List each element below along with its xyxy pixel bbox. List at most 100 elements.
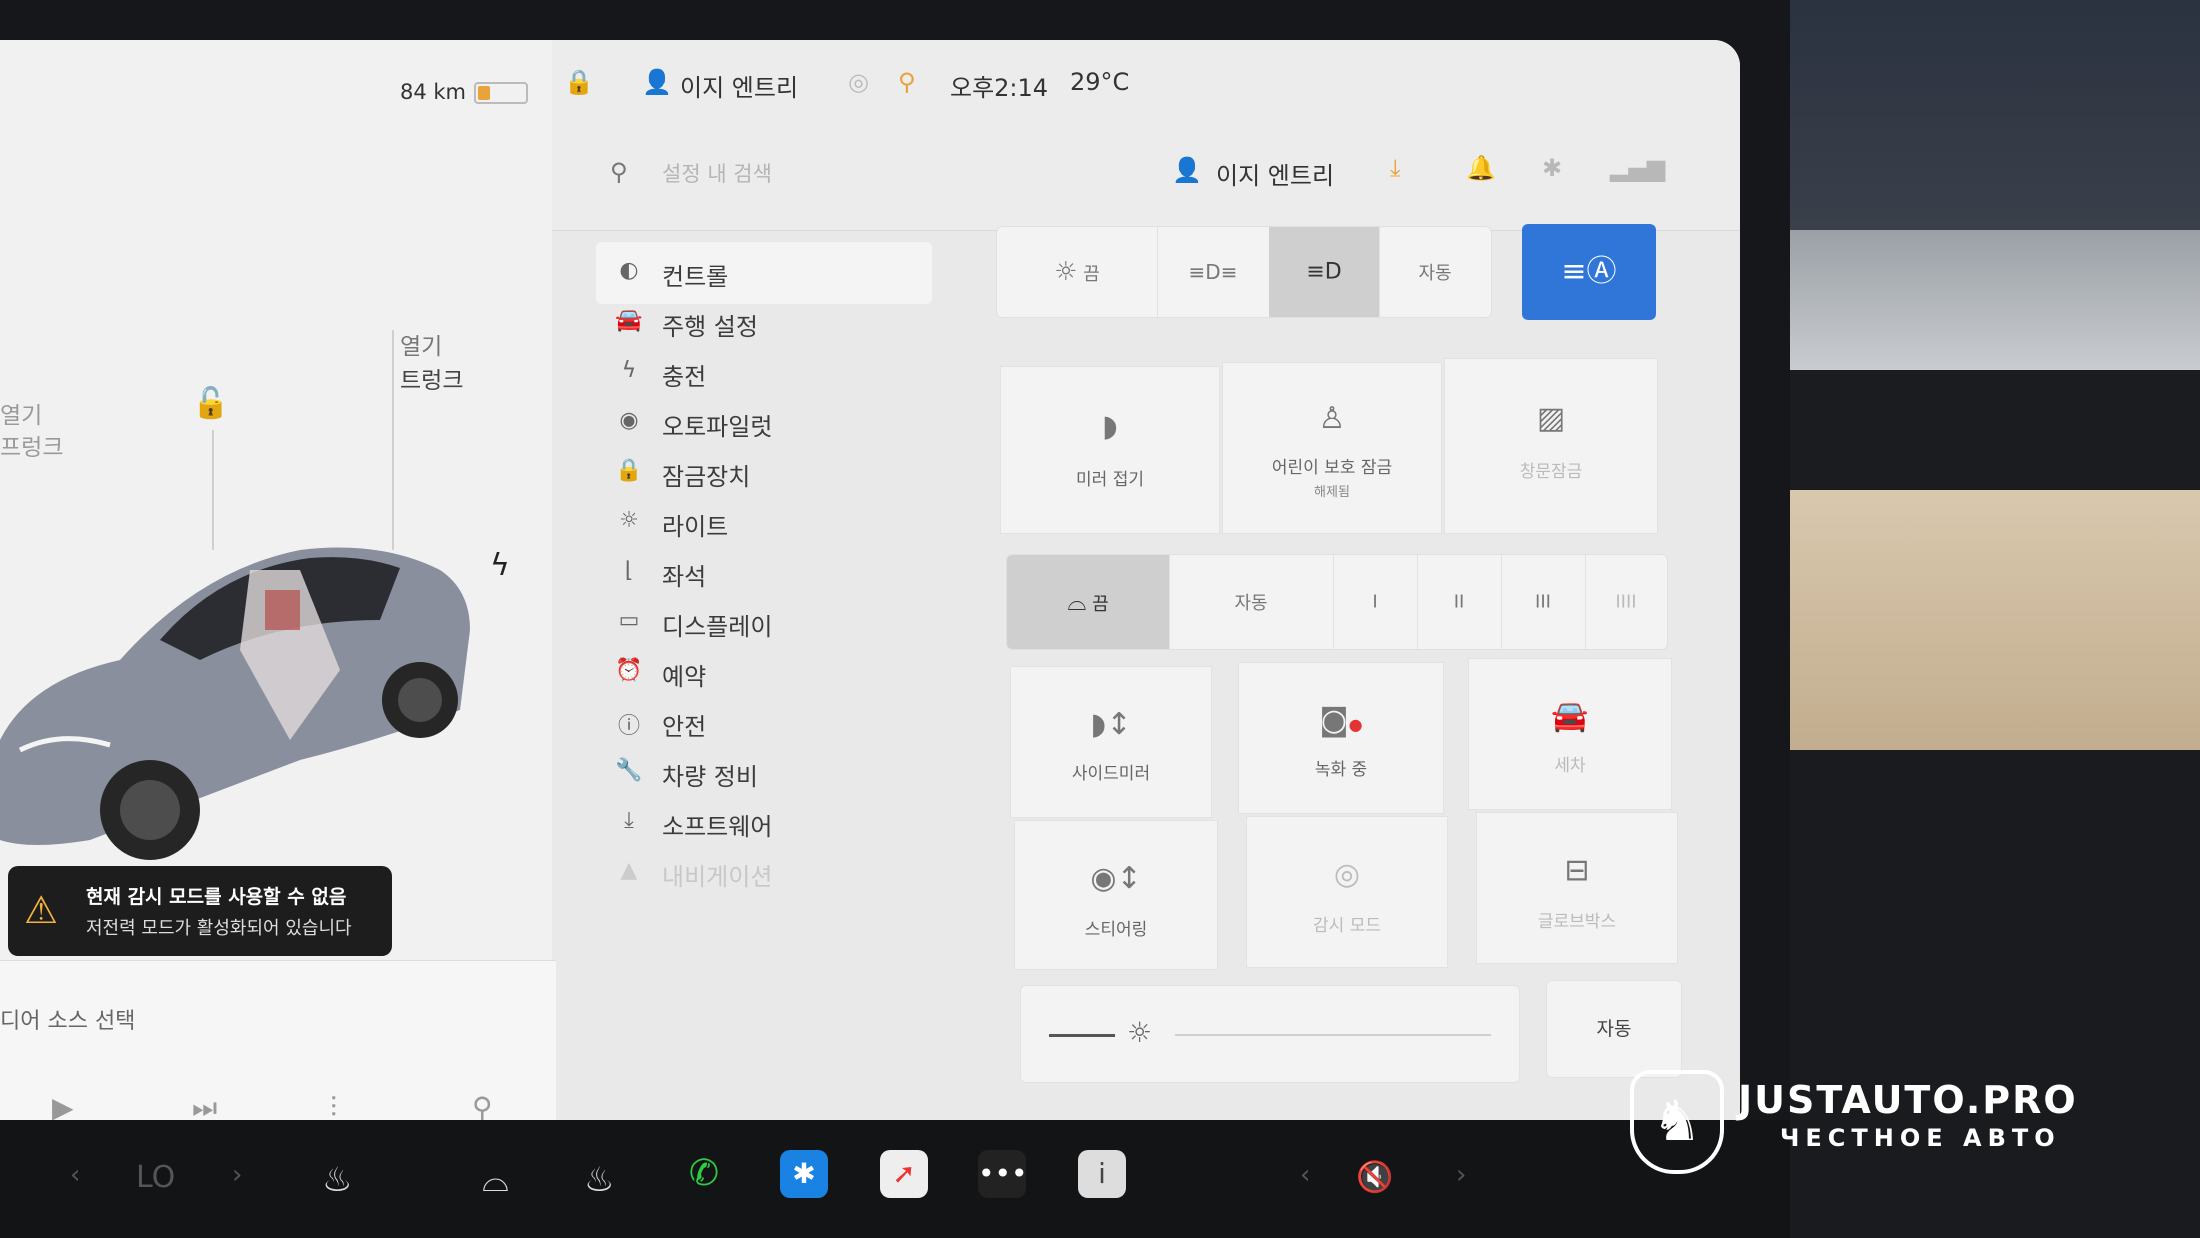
status-bar: 🔒 👤 이지 엔트리 ◎ ⚲ 오후2:14 29°C: [552, 40, 1740, 120]
glovebox-label: 글로브박스: [1537, 912, 1617, 932]
brightness-slider-fill: [1049, 1034, 1115, 1037]
low-beam-icon: ≡D: [1306, 259, 1342, 285]
settings-search-input[interactable]: 설정 내 검색: [662, 158, 772, 188]
dashcam-tile[interactable]: ◙● 녹화 중: [1238, 662, 1444, 814]
toggle-icon: ◐: [619, 258, 639, 283]
window-lock-tile[interactable]: ▨ 창문잠금: [1444, 358, 1658, 534]
bell-icon[interactable]: 🔔: [1466, 154, 1496, 182]
wiper-speed-4-option[interactable]: IIII: [1585, 555, 1667, 649]
warning-icon: ⚠: [24, 888, 59, 932]
parking-lights-icon: ≡D≡: [1188, 260, 1238, 284]
settings-header: ⚲ 설정 내 검색 👤 이지 엔트리 ⤓ 🔔 ✱ ▂▄▆: [552, 120, 1740, 231]
phone-icon[interactable]: ✆: [680, 1150, 728, 1198]
wrench-icon: 🔧: [615, 758, 643, 783]
seat-heater-icon[interactable]: ♨: [322, 1160, 352, 1200]
car-wash-tile[interactable]: 🚘 세차: [1468, 658, 1672, 810]
brightness-auto-button[interactable]: 자동: [1546, 980, 1682, 1078]
manual-app-icon[interactable]: i: [1078, 1150, 1126, 1198]
volume-down-icon[interactable]: ‹: [1300, 1160, 1310, 1190]
sentry-unavailable-alert[interactable]: ⚠ 현재 감시 모드를 사용할 수 없음 저전력 모드가 활성화되어 있습니다: [8, 866, 392, 956]
glovebox-tile[interactable]: ⊟ 글로브박스: [1476, 812, 1678, 964]
brightness-slider[interactable]: ☼: [1020, 985, 1520, 1083]
wiper-speed-3-option[interactable]: III: [1501, 555, 1586, 649]
headlights-auto-option[interactable]: 자동: [1379, 227, 1491, 317]
status-profile-name[interactable]: 이지 엔트리: [680, 68, 798, 103]
header-profile-name[interactable]: 이지 엔트리: [1216, 156, 1334, 191]
battery-fill: [478, 86, 490, 100]
navigation-app-icon[interactable]: ➚: [880, 1150, 928, 1198]
headlights-off-option[interactable]: ☼ 끔: [997, 227, 1158, 317]
child-lock-icon: ♙: [1318, 401, 1346, 436]
sentry-mode-tile[interactable]: ◎ 감시 모드: [1246, 816, 1448, 968]
battery-icon: [474, 82, 528, 104]
heated-steering-icon[interactable]: ♨: [584, 1160, 614, 1200]
car-wash-icon: 🚘: [1551, 699, 1589, 734]
lock-status-icon[interactable]: 🔒: [564, 68, 594, 96]
vehicle-panel: 84 km 열기 트렁크 열기 프렁크 🔓 ϟ ⚠ 현재 감시 모드를 사용할 …: [0, 40, 556, 1160]
window-lock-label: 창문잠금: [1519, 462, 1583, 482]
bluetooth-app-icon[interactable]: ✱: [780, 1150, 828, 1198]
frunk-open-button[interactable]: 열기 프렁크: [0, 400, 63, 464]
recording-label: 녹화 중: [1314, 760, 1368, 780]
touchscreen: 84 km 열기 트렁크 열기 프렁크 🔓 ϟ ⚠ 현재 감시 모드를 사용할 …: [0, 40, 1740, 1160]
temp-down-icon[interactable]: ‹: [70, 1160, 80, 1190]
search-icon: ⚲: [610, 158, 628, 186]
frunk-label: 프렁크: [0, 435, 64, 461]
wiper-selector: ⌓ 끔 자동 I II III IIII: [1006, 554, 1668, 650]
trunk-label: 트렁크: [400, 368, 464, 394]
dashboard-lower: [1790, 750, 2200, 1238]
nav-item-navigation[interactable]: ▲ 내비게이션: [596, 842, 932, 904]
settings-nav: ◐ 컨트롤 🚘 주행 설정 ϟ 충전 ◉ 오토파일럿 🔒 잠금장치 ☼ 라이트 …: [552, 230, 952, 1160]
nav-label: 좌석: [662, 563, 707, 591]
auto-high-beam-button[interactable]: ≡Ⓐ: [1522, 224, 1656, 320]
brightness-auto-label: 자동: [1596, 1018, 1632, 1040]
more-apps-icon[interactable]: •••: [978, 1150, 1028, 1198]
nav-label: 디스플레이: [662, 613, 773, 641]
sun-icon: ☼: [619, 508, 639, 533]
alert-title: 현재 감시 모드를 사용할 수 없음: [86, 886, 347, 908]
headlights-off-label: 끔: [1083, 264, 1100, 285]
nav-label: 소프트웨어: [662, 813, 773, 841]
volume-up-icon[interactable]: ›: [1456, 1160, 1466, 1190]
charge-port-icon[interactable]: ϟ: [490, 548, 510, 583]
sentry-status-icon: ◎: [848, 68, 869, 96]
wiper-speed-1-option[interactable]: I: [1333, 555, 1418, 649]
climate-temperature[interactable]: LO: [136, 1160, 175, 1195]
dashboard-trim-dark: [1790, 370, 2200, 490]
temp-up-icon[interactable]: ›: [232, 1160, 242, 1190]
unlock-icon[interactable]: 🔓: [192, 386, 229, 421]
low-beam-option[interactable]: ≡D: [1269, 227, 1380, 317]
brightness-slider-track[interactable]: [1175, 1034, 1491, 1036]
steering-adjust-icon: ◉↕: [1090, 861, 1142, 896]
side-mirror-tile[interactable]: ◗↕ 사이드미러: [1010, 666, 1212, 818]
wiper-icon: ⌓: [1067, 588, 1087, 616]
trunk-open-label: 열기: [400, 334, 443, 360]
trunk-open-button[interactable]: 열기 트렁크: [400, 330, 463, 398]
navigation-icon: ▲: [620, 858, 638, 883]
parking-lights-option[interactable]: ≡D≡: [1157, 227, 1270, 317]
seat-icon: ⌊: [624, 558, 634, 583]
lte-signal-icon: ▂▄▆: [1610, 154, 1666, 182]
steering-wheel-icon: ◉: [619, 408, 639, 433]
wipers-auto-option[interactable]: 자동: [1169, 555, 1334, 649]
pin-icon: ⚲: [898, 68, 916, 96]
profile-icon: 👤: [642, 68, 672, 96]
download-icon[interactable]: ⤓: [1390, 154, 1401, 182]
range-readout: 84 km: [400, 80, 467, 104]
mirror-fold-tile[interactable]: ◗ 미러 접기: [1000, 366, 1220, 534]
dashcam-icon: ◙●: [1319, 703, 1363, 738]
wiper-icon[interactable]: ⌓: [482, 1160, 509, 1200]
wiper-speed-2-option[interactable]: II: [1417, 555, 1502, 649]
nav-label: 주행 설정: [662, 313, 758, 341]
bluetooth-icon[interactable]: ✱: [1542, 154, 1562, 182]
watermark-brand: JUSTAUTO.PRO: [1738, 1078, 2078, 1122]
volume-mute-icon[interactable]: 🔇: [1356, 1160, 1393, 1195]
car-icon: 🚘: [615, 308, 643, 333]
media-source-selector[interactable]: 디어 소스 선택: [0, 1003, 135, 1035]
dashboard-wood-trim: [1790, 490, 2200, 750]
wipers-off-option[interactable]: ⌓ 끔: [1007, 555, 1170, 649]
child-lock-tile[interactable]: ♙ 어린이 보호 잠금 해제됨: [1222, 362, 1442, 534]
nav-label: 잠금장치: [662, 463, 751, 491]
steering-tile[interactable]: ◉↕ 스티어링: [1014, 820, 1218, 970]
sentry-icon: ◎: [1333, 857, 1361, 892]
